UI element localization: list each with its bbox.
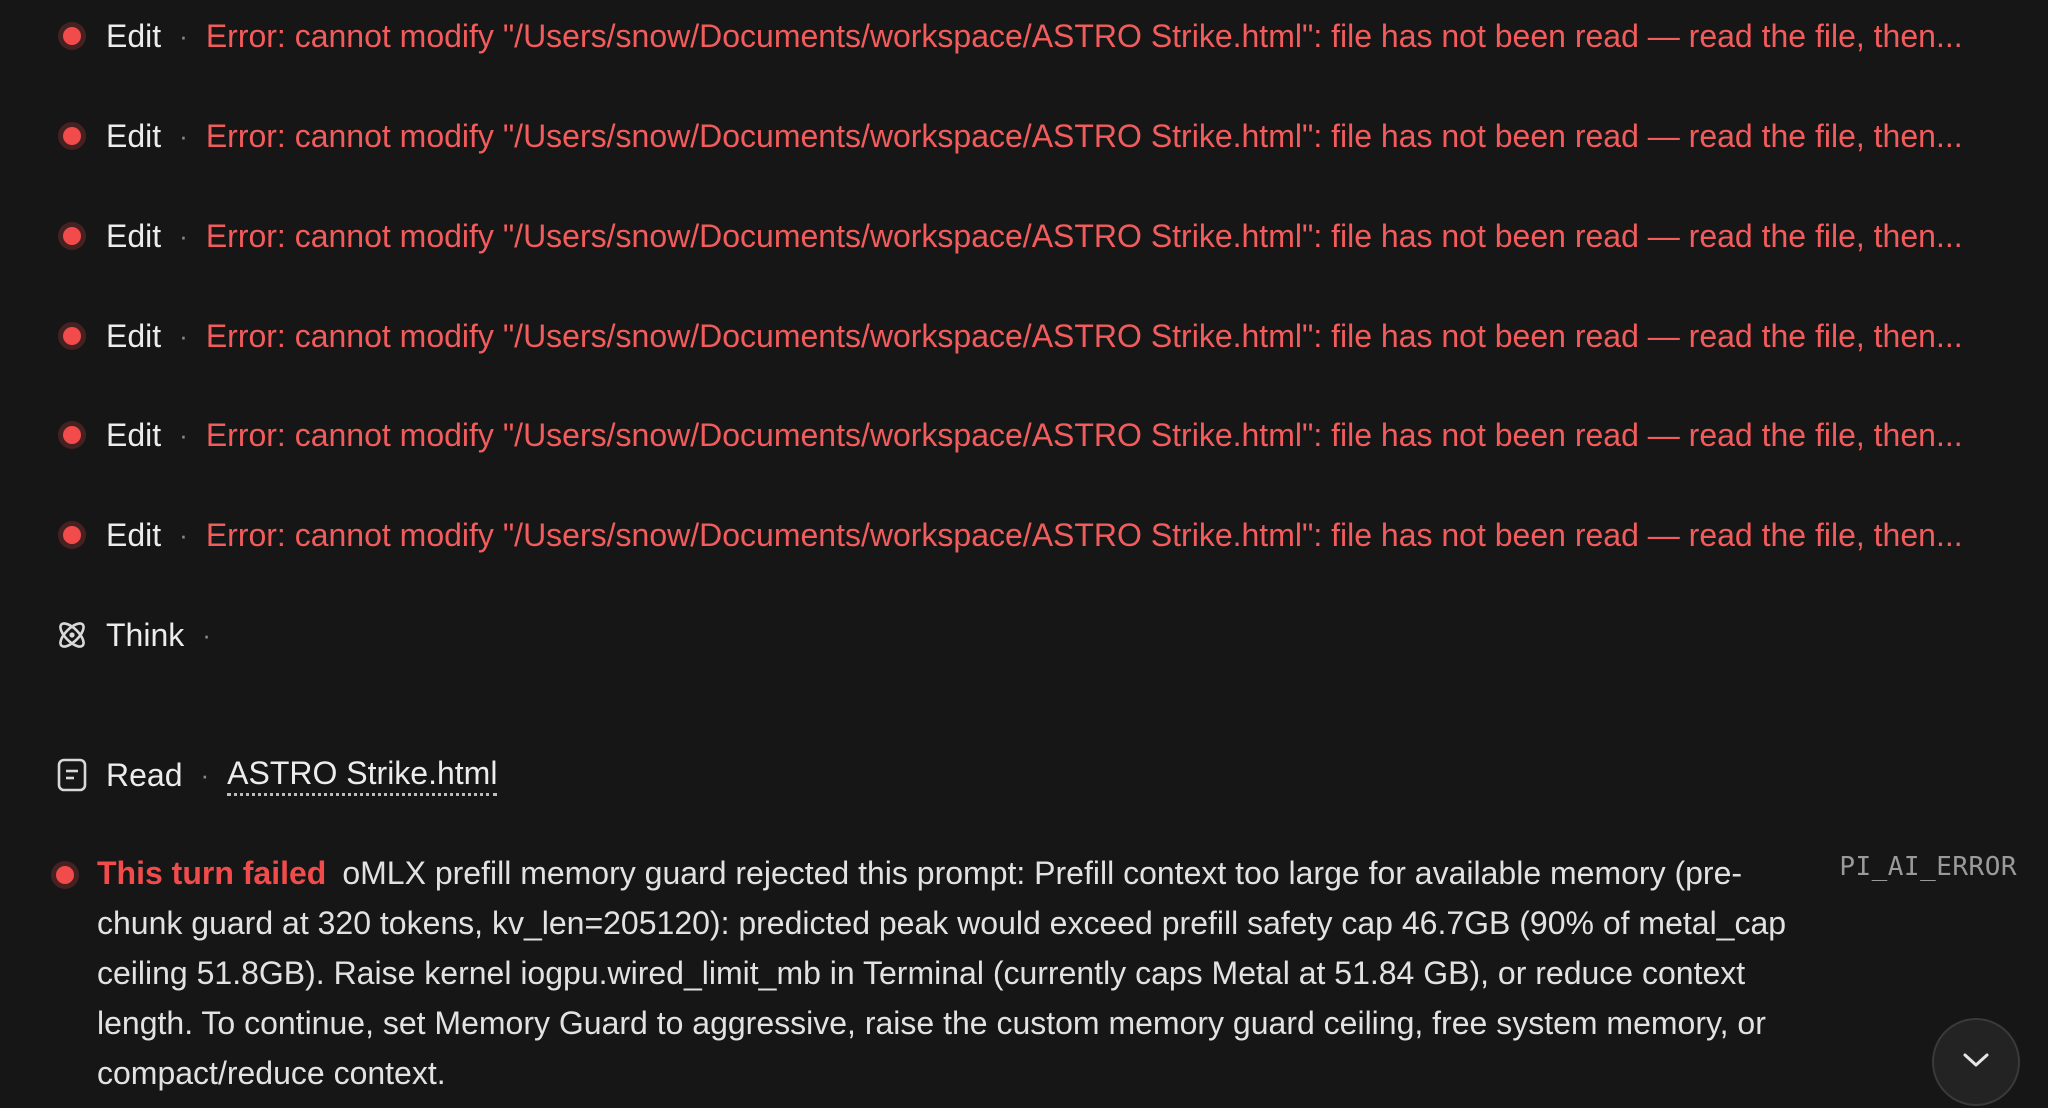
error-status-dot-icon [52,316,92,356]
error-message: Error: cannot modify "/Users/snow/Docume… [205,416,1963,453]
turn-failed-message: This turn failed oMLX prefill memory guar… [52,848,1852,1098]
tool-entry-edit[interactable]: Edit · Error: cannot modify "/Users/snow… [52,505,1963,565]
tool-name: Think [106,616,185,653]
error-message: Error: cannot modify "/Users/snow/Docume… [205,17,1963,54]
separator: · [179,120,188,151]
error-message: Error: cannot modify "/Users/snow/Docume… [205,217,1963,254]
tool-name: Edit [106,317,162,354]
error-message: Error: cannot modify "/Users/snow/Docume… [205,317,1963,354]
chevron-down-icon [1961,1051,1991,1074]
error-message: Error: cannot modify "/Users/snow/Docume… [205,516,1963,553]
error-status-dot-icon [52,216,92,256]
tool-name: Edit [106,17,162,54]
failure-message: oMLX prefill memory guard rejected this … [97,855,1787,1091]
error-message: Error: cannot modify "/Users/snow/Docume… [205,117,1963,154]
tool-entry-edit[interactable]: Edit · Error: cannot modify "/Users/snow… [52,206,1963,266]
separator: · [200,759,210,790]
file-link[interactable]: ASTRO Strike.html [227,755,498,796]
error-status-dot-icon [52,16,92,56]
error-code: PI_AI_ERROR [1839,852,2017,882]
separator: · [179,419,188,450]
error-status-dot-icon [52,116,92,156]
tool-entry-edit[interactable]: Edit · Error: cannot modify "/Users/snow… [52,306,1963,366]
tool-name: Edit [106,217,162,254]
separator: · [179,519,188,550]
tool-entry-think[interactable]: Think · [52,605,229,665]
tool-name: Edit [106,117,162,154]
tool-name: Read [106,756,183,793]
tool-entry-read[interactable]: Read · ASTRO Strike.html [52,745,498,805]
separator: · [179,220,188,251]
separator: · [202,619,211,650]
atom-icon [52,615,92,655]
separator: · [179,320,188,351]
failure-title: This turn failed [97,855,327,891]
separator: · [179,20,188,51]
tool-entry-edit[interactable]: Edit · Error: cannot modify "/Users/snow… [52,6,1963,66]
scroll-to-bottom-button[interactable] [1932,1018,2020,1106]
error-status-dot-icon [52,848,78,1098]
activity-log: Edit · Error: cannot modify "/Users/snow… [0,0,2048,1108]
tool-name: Edit [106,516,162,553]
tool-name: Edit [106,416,162,453]
error-status-dot-icon [52,515,92,555]
tool-entry-edit[interactable]: Edit · Error: cannot modify "/Users/snow… [52,106,1963,166]
document-icon [52,755,92,795]
failure-text: This turn failed oMLX prefill memory guar… [97,848,1827,1098]
tool-entry-edit[interactable]: Edit · Error: cannot modify "/Users/snow… [52,405,1963,465]
error-status-dot-icon [52,415,92,455]
